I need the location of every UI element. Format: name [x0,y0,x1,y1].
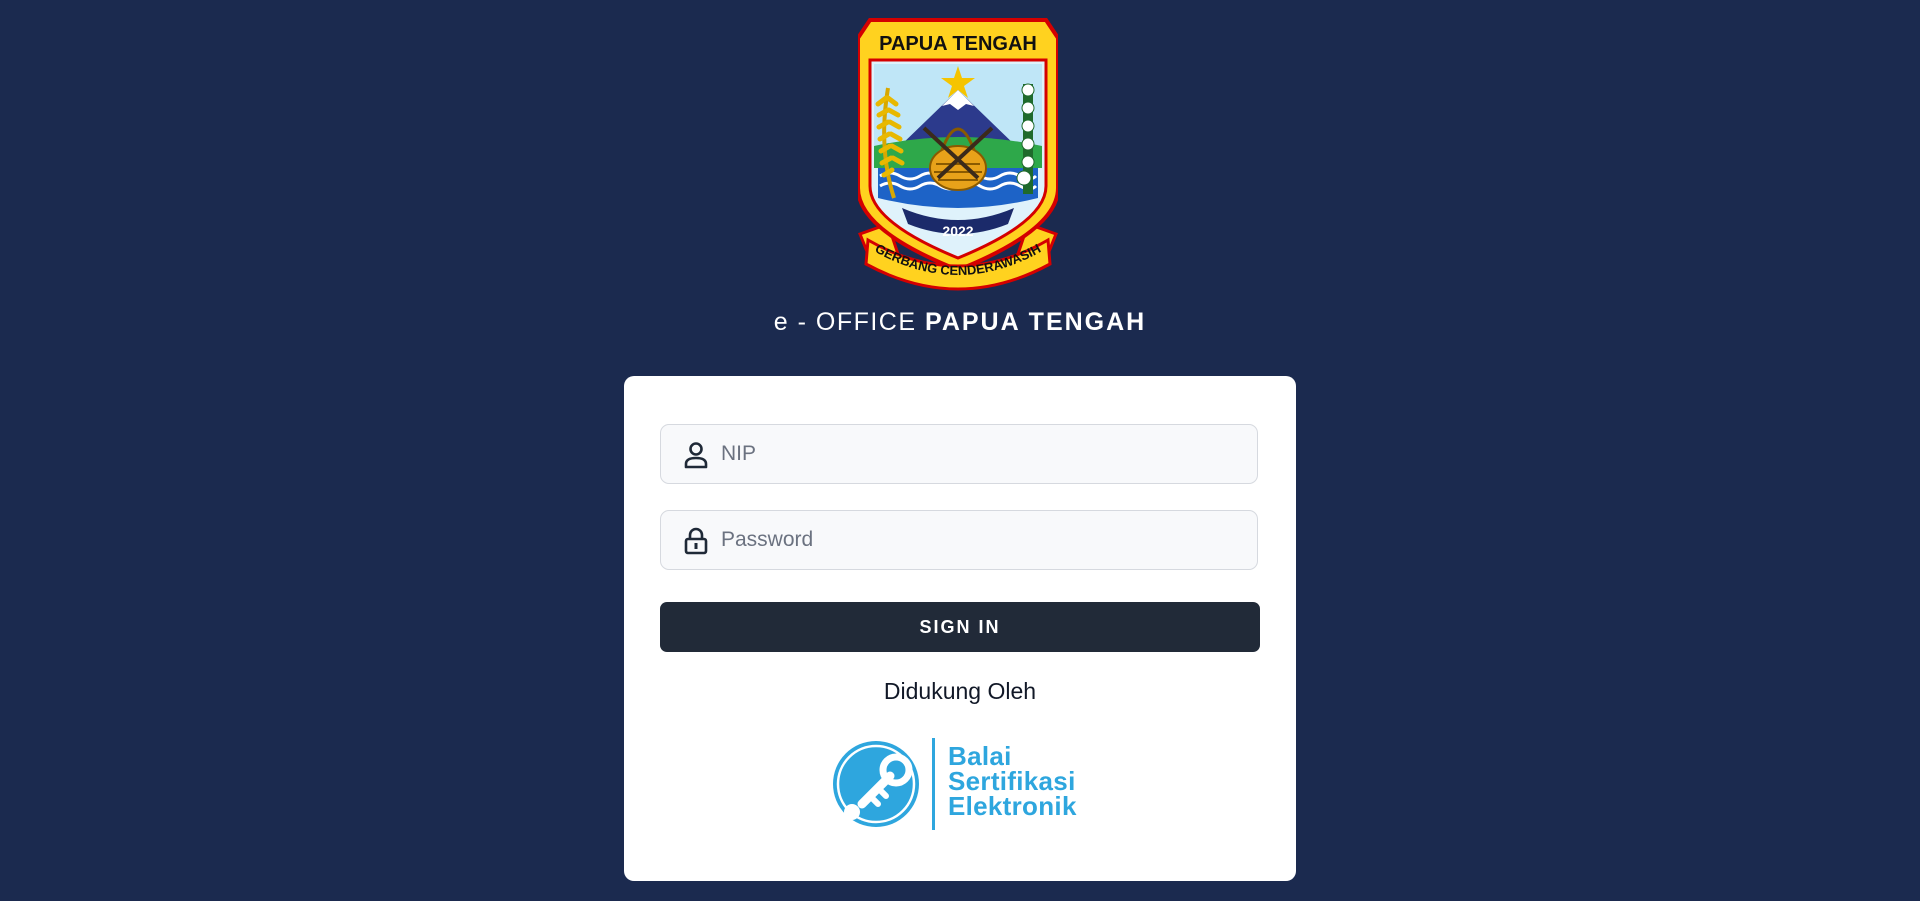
bse-divider [932,738,935,830]
emblem-year: 2022 [942,223,973,239]
login-card: SIGN IN Didukung Oleh Balai Sertifikasi … [624,376,1296,881]
bse-line-3: Elektronik [948,791,1077,821]
login-page: PAPUA TENGAH 2022 GERBANG CENDERAWASIH e… [0,0,1920,901]
supported-by-label: Didukung Oleh [883,678,1037,704]
password-input[interactable] [721,511,1241,569]
app-title-name: PAPUA TENGAH [925,308,1147,336]
password-field[interactable] [660,510,1258,570]
nip-input[interactable] [721,425,1241,483]
bse-logo: Balai Sertifikasi Elektronik [832,738,1082,834]
papua-tengah-emblem-logo: PAPUA TENGAH 2022 GERBANG CENDERAWASIH [858,18,1058,291]
app-title-prefix: e - OFFICE [773,308,917,336]
nip-field[interactable] [660,424,1258,484]
user-icon [684,442,708,469]
bse-key-icon [833,741,919,827]
app-title: e - OFFICE PAPUA TENGAH [0,303,1920,341]
sign-in-button[interactable]: SIGN IN [660,602,1260,652]
emblem-top-text: PAPUA TENGAH [879,33,1037,55]
lock-icon [684,527,708,555]
bse-wordmark: Balai Sertifikasi Elektronik [948,743,1077,821]
